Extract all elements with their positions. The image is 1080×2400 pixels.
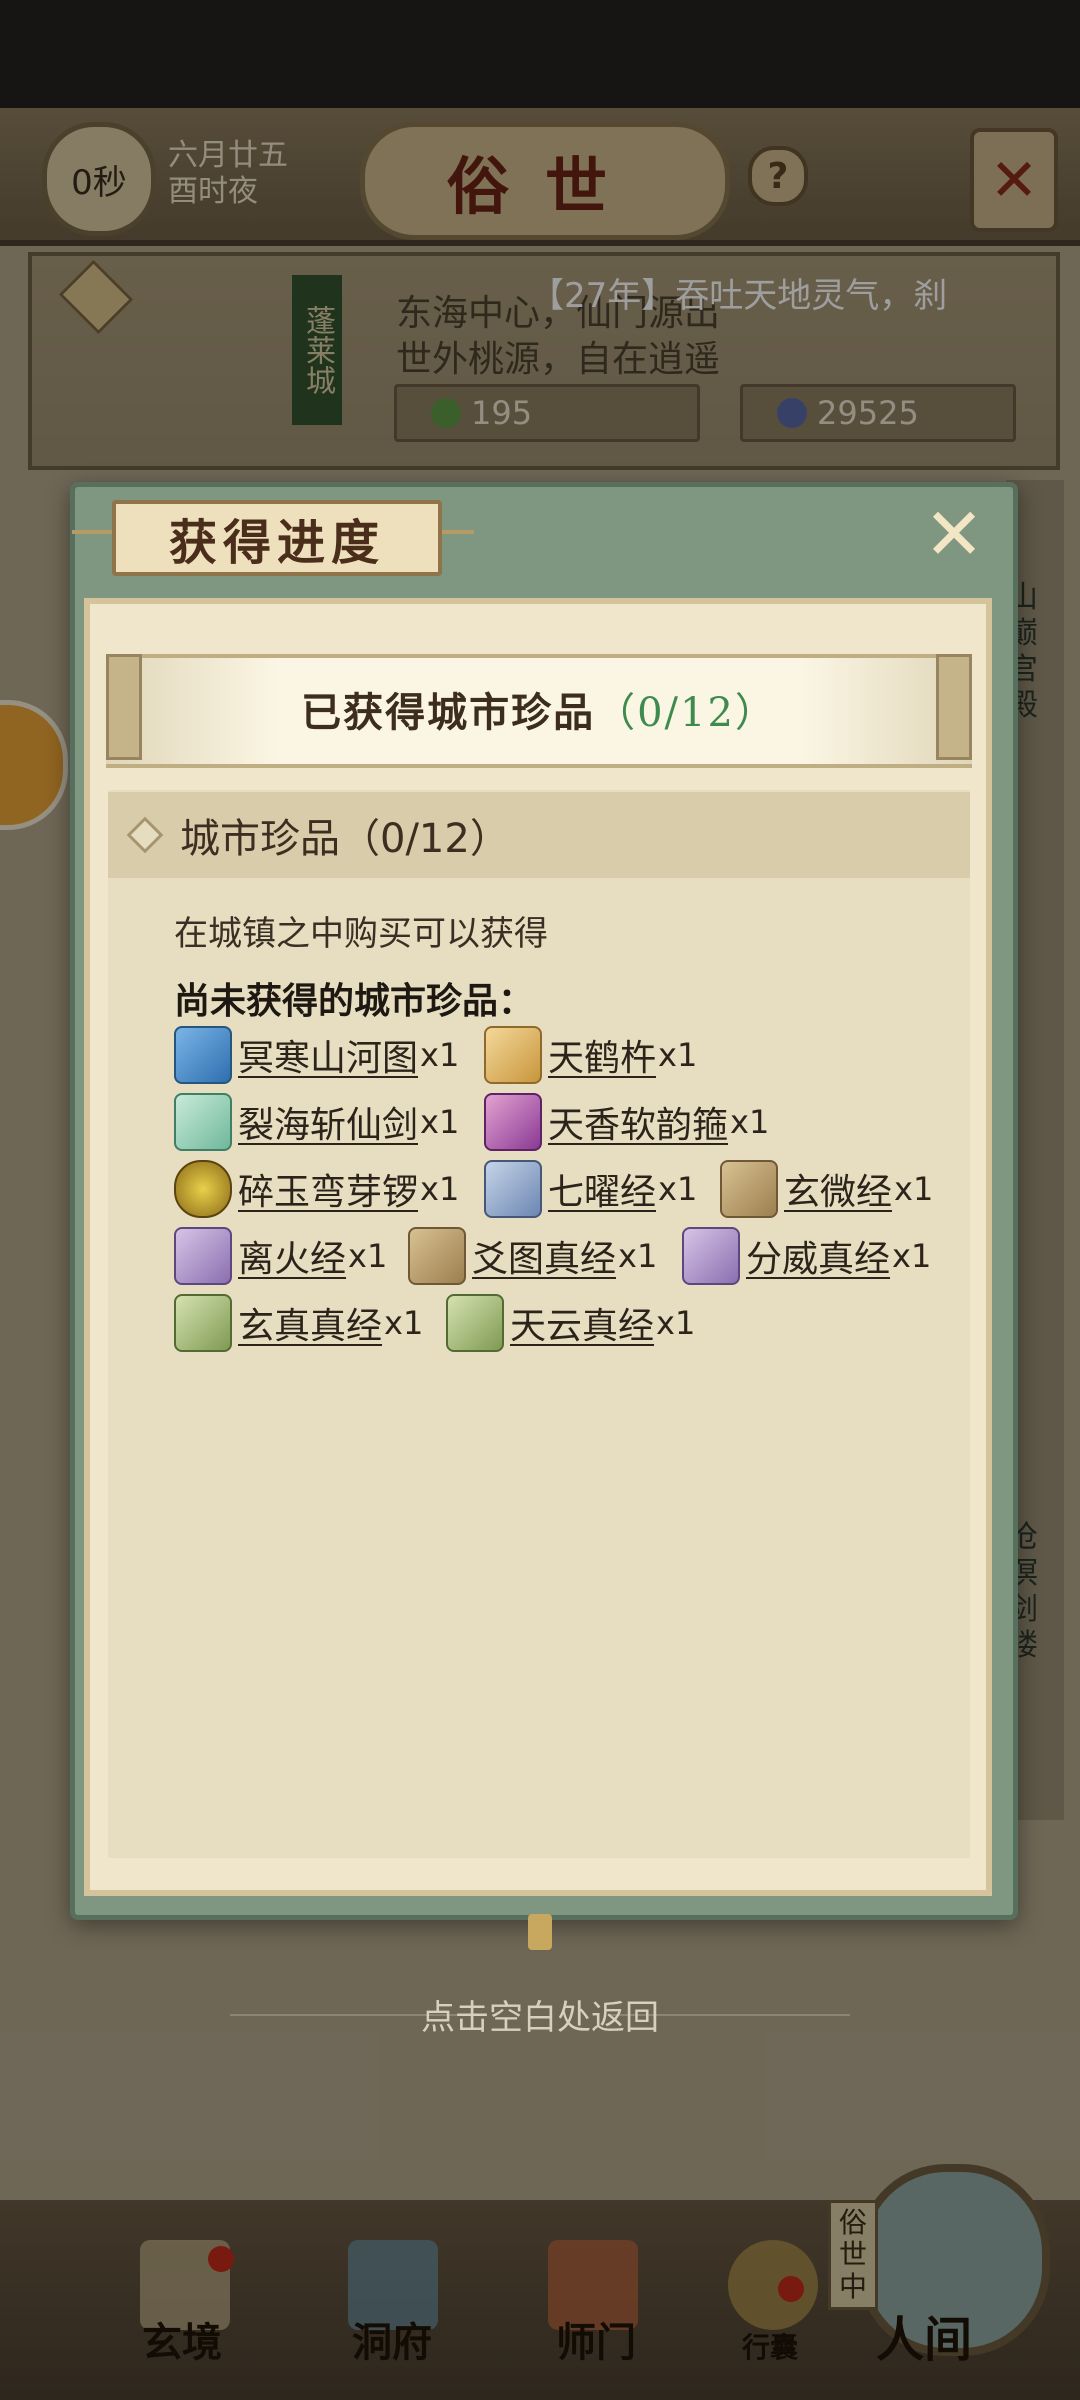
category-title: 城市珍品（0/12）	[180, 816, 510, 862]
missing-items-header: 尚未获得的城市珍品：	[174, 981, 535, 1022]
item-entry[interactable]: 玄真真经 x1	[174, 1294, 423, 1352]
item-entry[interactable]: 天鹤杵 x1	[484, 1026, 697, 1084]
item-entry[interactable]: 碎玉弯芽锣 x1	[174, 1160, 459, 1218]
item-name[interactable]: 碎玉弯芽锣	[238, 1163, 418, 1215]
item-entry[interactable]: 裂海斩仙剑 x1	[174, 1093, 459, 1151]
item-name[interactable]: 冥寒山河图	[238, 1029, 418, 1081]
item-name[interactable]: 玄微经	[784, 1163, 892, 1215]
item-name[interactable]: 天香软韵箍	[548, 1096, 728, 1148]
item-name[interactable]: 玄真真经	[238, 1297, 382, 1349]
item-qty: x1	[618, 1237, 658, 1275]
scroll-icon	[446, 1294, 504, 1352]
item-entry[interactable]: 冥寒山河图 x1	[174, 1026, 459, 1084]
scroll-icon	[174, 1227, 232, 1285]
item-qty: x1	[892, 1237, 932, 1275]
pestle-icon	[484, 1026, 542, 1084]
item-qty: x1	[420, 1170, 460, 1208]
scroll-icon	[720, 1160, 778, 1218]
title-ornament-left	[72, 530, 112, 534]
scroll-icon	[682, 1227, 740, 1285]
item-entry[interactable]: 天云真经 x1	[446, 1294, 695, 1352]
item-entry[interactable]: 七曜经 x1	[484, 1160, 697, 1218]
category-header[interactable]: 城市珍品（0/12）	[108, 792, 970, 878]
item-name[interactable]: 分威真经	[746, 1230, 890, 1282]
item-qty: x1	[658, 1036, 698, 1074]
progress-summary: 已获得城市珍品（0/12）	[106, 680, 972, 738]
item-qty: x1	[656, 1304, 696, 1342]
progress-count: （0/12）	[595, 690, 777, 736]
scroll-icon	[174, 1294, 232, 1352]
item-qty: x1	[348, 1237, 388, 1275]
map-scroll-icon	[174, 1026, 232, 1084]
tassel-icon	[528, 1914, 552, 1950]
sword-icon	[174, 1093, 232, 1151]
item-name[interactable]: 爻图真经	[472, 1230, 616, 1282]
item-qty: x1	[384, 1304, 424, 1342]
item-name[interactable]: 离火经	[238, 1230, 346, 1282]
item-name[interactable]: 天云真经	[510, 1297, 654, 1349]
progress-label: 已获得城市珍品	[301, 689, 596, 736]
item-entry[interactable]: 分威真经 x1	[682, 1227, 931, 1285]
acquire-description: 在城镇之中购买可以获得	[174, 914, 548, 954]
item-name[interactable]: 天鹤杵	[548, 1029, 656, 1081]
item-qty: x1	[420, 1103, 460, 1141]
item-qty: x1	[420, 1036, 460, 1074]
whip-icon	[484, 1093, 542, 1151]
item-name[interactable]: 裂海斩仙剑	[238, 1096, 418, 1148]
item-entry[interactable]: 天香软韵箍 x1	[484, 1093, 769, 1151]
close-icon[interactable]: ✕	[920, 492, 988, 576]
item-entry[interactable]: 玄微经 x1	[720, 1160, 933, 1218]
gong-icon	[174, 1160, 232, 1218]
item-entry[interactable]: 爻图真经 x1	[408, 1227, 657, 1285]
scroll-icon	[484, 1160, 542, 1218]
item-entry[interactable]: 离火经 x1	[174, 1227, 387, 1285]
item-qty: x1	[658, 1170, 698, 1208]
item-qty: x1	[730, 1103, 770, 1141]
modal-title: 获得进度	[112, 500, 442, 576]
tap-to-return-hint[interactable]: 点击空白处返回	[0, 1990, 1080, 2039]
item-qty: x1	[894, 1170, 934, 1208]
item-name[interactable]: 七曜经	[548, 1163, 656, 1215]
diamond-icon	[126, 816, 164, 854]
scroll-icon	[408, 1227, 466, 1285]
